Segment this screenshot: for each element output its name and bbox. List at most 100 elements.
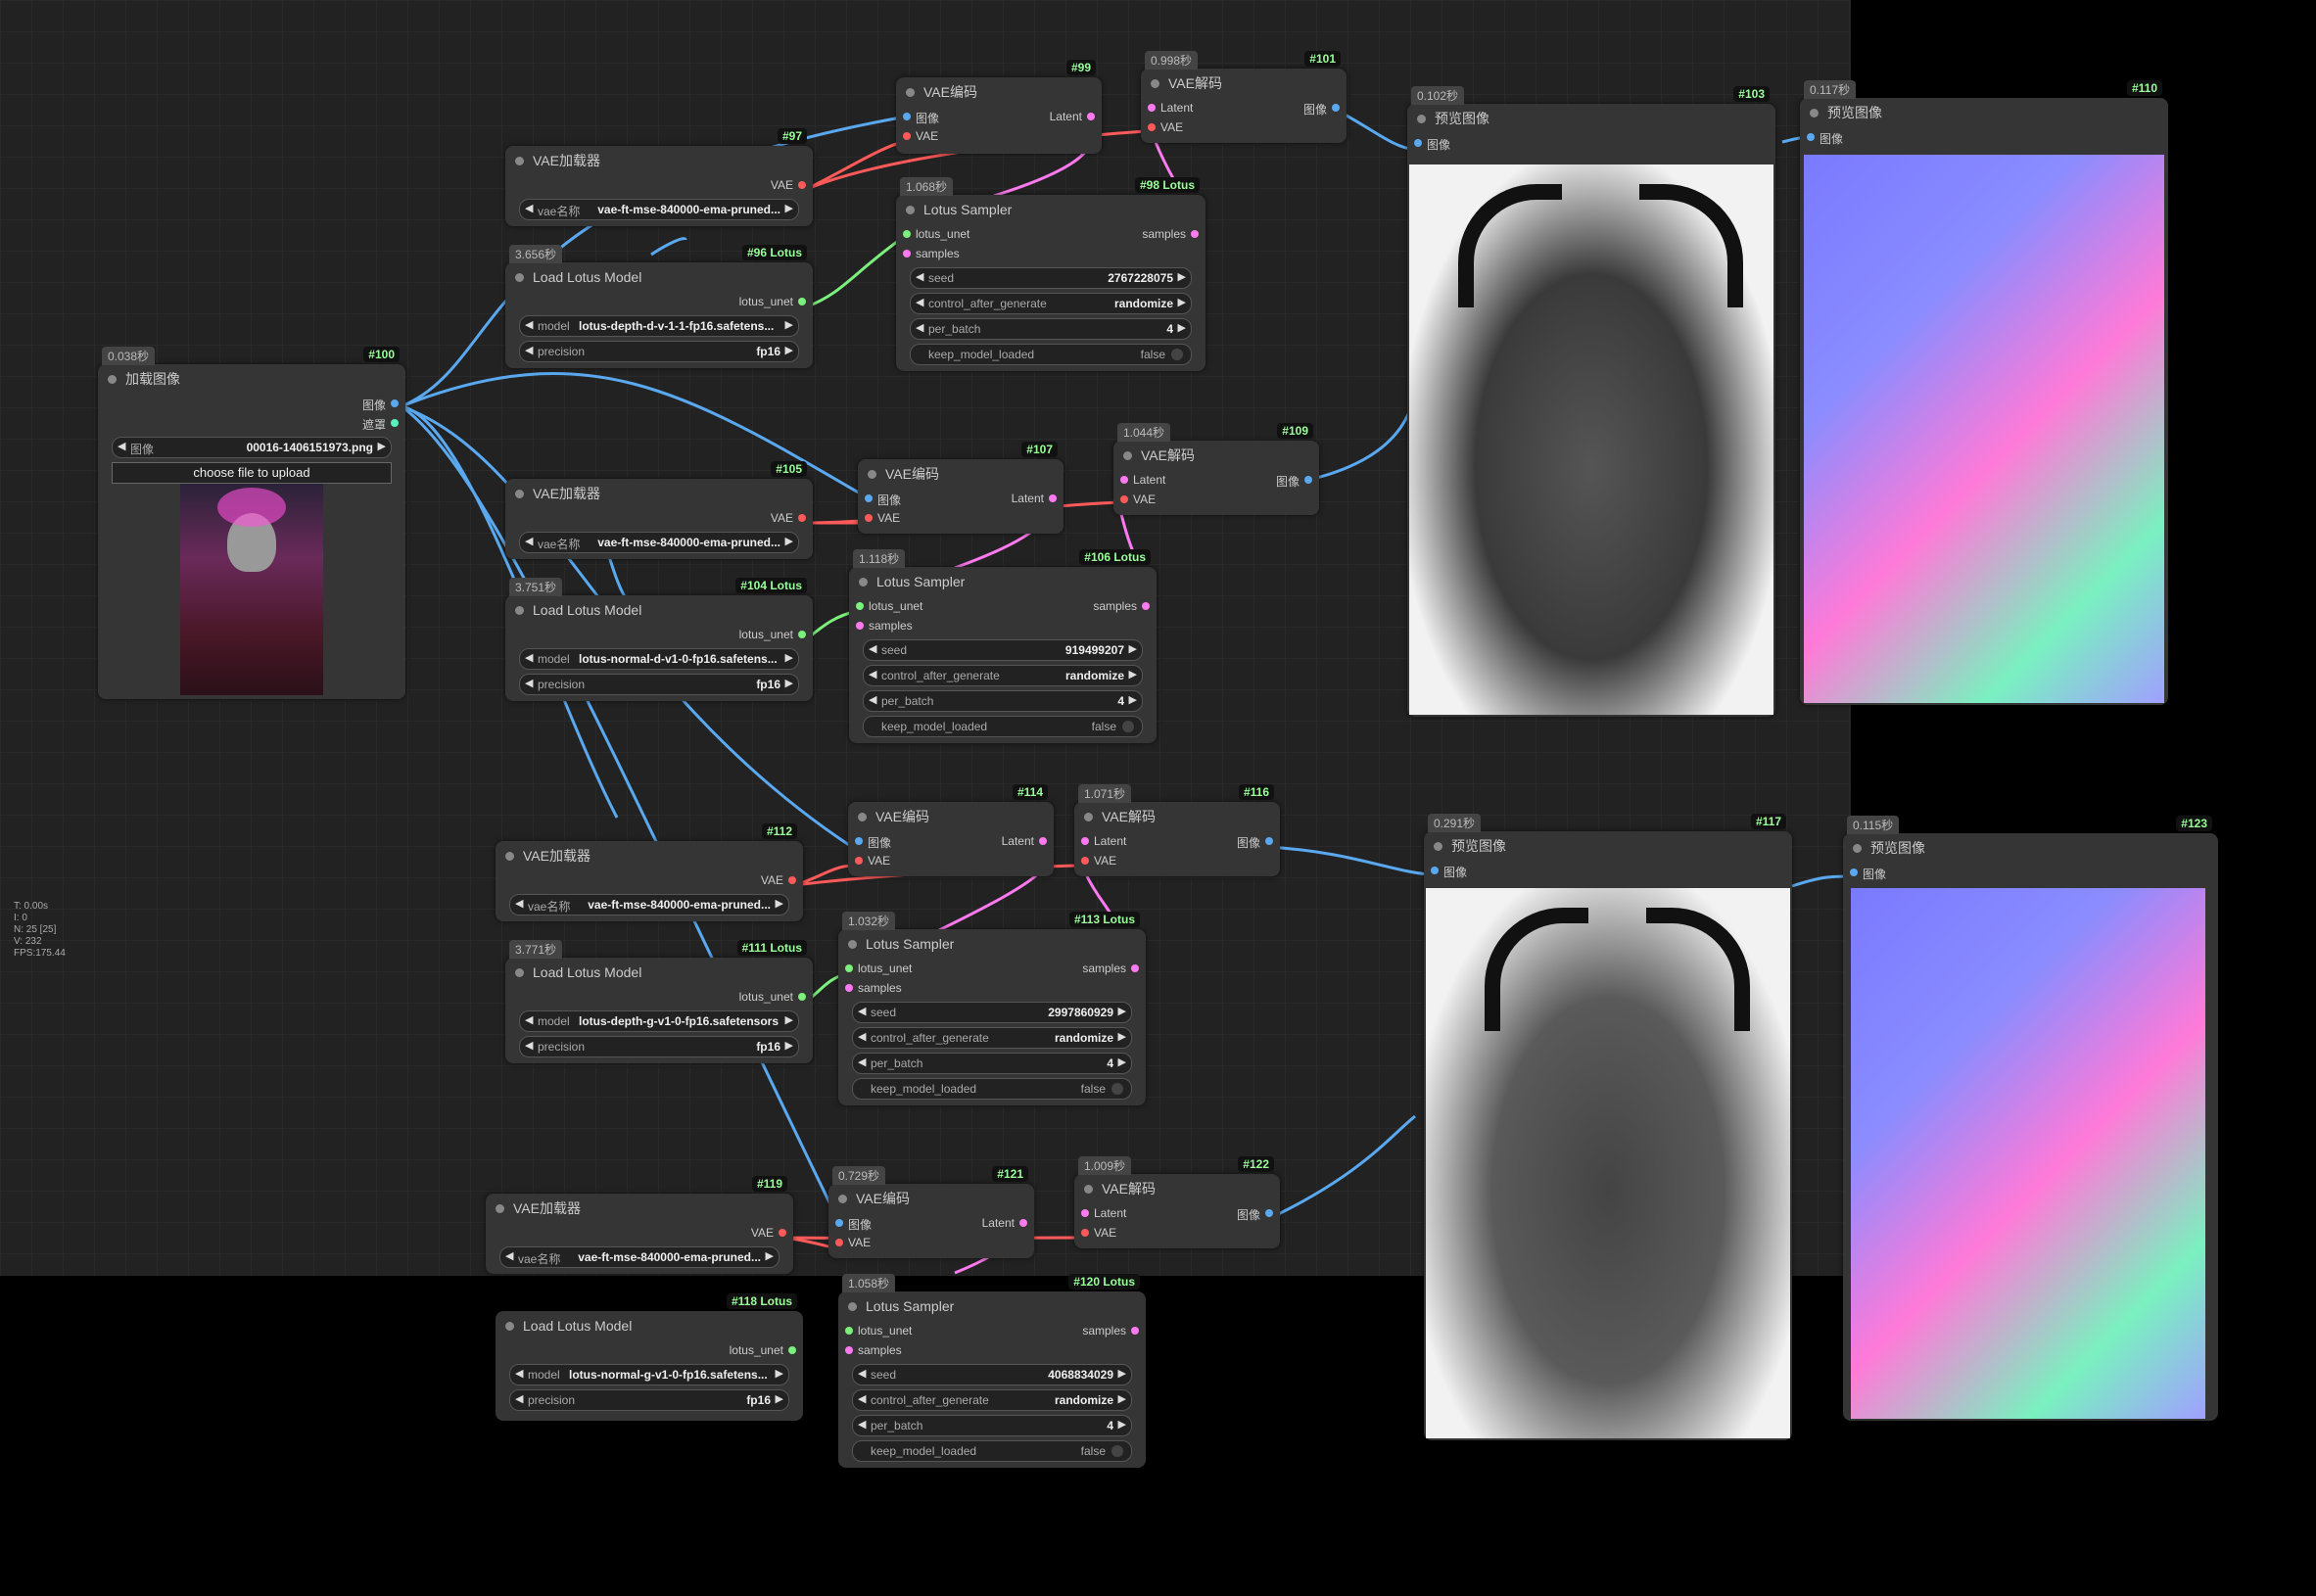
- input-slot[interactable]: [1120, 476, 1128, 484]
- input-slot[interactable]: [903, 113, 911, 120]
- arrow-right-icon[interactable]: ▶: [785, 202, 793, 214]
- node-vae-loader[interactable]: #119 VAE加载器 VAE ◀ vae名称 vae-ft-mse-840000-…: [486, 1176, 793, 1274]
- node-load-image[interactable]: 0.038秒 #100 加载图像 图像 遮罩 ◀ 图像 00016-14061519…: [98, 347, 405, 699]
- arrow-left-icon[interactable]: ◀: [858, 1056, 866, 1068]
- node-vae-encode[interactable]: 0.729秒 #121 VAE编码 图像 Latent VAE: [828, 1166, 1034, 1258]
- output-slot[interactable]: [798, 514, 806, 522]
- arrow-right-icon[interactable]: ▶: [785, 1039, 793, 1052]
- node-load-lotus-model[interactable]: 3.656秒 #96 Lotus Load Lotus Model lotus_…: [505, 245, 813, 368]
- vae-name-combo[interactable]: ◀ vae名称 vae-ft-mse-840000-ema-pruned... ▶: [509, 894, 789, 915]
- node-title[interactable]: Lotus Sampler: [896, 195, 1205, 224]
- input-slot[interactable]: [903, 250, 911, 258]
- input-slot[interactable]: [1431, 867, 1439, 874]
- arrow-left-icon[interactable]: ◀: [525, 535, 533, 547]
- arrow-left-icon[interactable]: ◀: [858, 1030, 866, 1043]
- node-preview-image[interactable]: 0.117秒 #110 预览图像 图像: [1800, 80, 2168, 705]
- vae-name-combo[interactable]: ◀ vae名称 vae-ft-mse-840000-ema-pruned... ▶: [519, 199, 799, 220]
- node-vae-decode[interactable]: 1.071秒 #116 VAE解码 Latent 图像 VAE: [1074, 784, 1280, 876]
- output-slot[interactable]: [391, 419, 399, 427]
- output-slot[interactable]: [1265, 837, 1273, 845]
- arrow-right-icon[interactable]: ▶: [1118, 1367, 1126, 1380]
- input-slot[interactable]: [845, 1327, 853, 1335]
- arrow-right-icon[interactable]: ▶: [1118, 1418, 1126, 1431]
- input-slot[interactable]: [1081, 1209, 1089, 1217]
- node-title[interactable]: Load Lotus Model: [505, 958, 813, 987]
- output-slot[interactable]: [779, 1229, 786, 1237]
- output-slot[interactable]: [1142, 602, 1150, 610]
- output-slot[interactable]: [798, 181, 806, 189]
- input-slot[interactable]: [903, 132, 911, 140]
- node-title[interactable]: VAE解码: [1074, 1174, 1280, 1203]
- toggle-indicator[interactable]: [1122, 721, 1134, 732]
- per-batch-field[interactable]: ◀ per_batch 4 ▶: [852, 1053, 1132, 1074]
- arrow-left-icon[interactable]: ◀: [869, 642, 876, 655]
- node-vae-encode[interactable]: #114 VAE编码 图像 Latent VAE: [848, 784, 1054, 876]
- output-slot[interactable]: [1332, 104, 1340, 112]
- toggle-indicator[interactable]: [1171, 349, 1183, 360]
- input-slot[interactable]: [845, 1346, 853, 1354]
- precision-combo[interactable]: ◀ precision fp16 ▶: [519, 341, 799, 362]
- toggle-indicator[interactable]: [1111, 1083, 1123, 1095]
- model-combo[interactable]: ◀ model lotus-normal-d-v1-0-fp16.safetens.…: [519, 648, 799, 670]
- seed-field[interactable]: ◀ seed 4068834029 ▶: [852, 1364, 1132, 1385]
- precision-combo[interactable]: ◀ precision fp16 ▶: [519, 1036, 799, 1057]
- node-title[interactable]: Load Lotus Model: [496, 1311, 803, 1340]
- node-lotus-sampler[interactable]: 1.058秒 #120 Lotus Lotus Sampler lotus_un…: [838, 1274, 1146, 1468]
- output-slot[interactable]: [1304, 476, 1312, 484]
- output-slot[interactable]: [798, 298, 806, 305]
- output-slot[interactable]: [1039, 837, 1047, 845]
- input-slot[interactable]: [1850, 868, 1858, 876]
- arrow-left-icon[interactable]: ◀: [515, 897, 523, 910]
- toggle-indicator[interactable]: [1111, 1445, 1123, 1457]
- input-slot[interactable]: [1081, 857, 1089, 865]
- node-lotus-sampler[interactable]: 1.118秒 #106 Lotus Lotus Sampler lotus_un…: [849, 549, 1157, 743]
- precision-combo[interactable]: ◀ precision fp16 ▶: [519, 674, 799, 695]
- output-slot[interactable]: [788, 1346, 796, 1354]
- arrow-left-icon[interactable]: ◀: [525, 202, 533, 214]
- node-lotus-sampler[interactable]: 1.068秒 #98 Lotus Lotus Sampler lotus_une…: [896, 177, 1205, 371]
- arrow-left-icon[interactable]: ◀: [916, 296, 923, 308]
- control-after-generate-combo[interactable]: ◀ control_after_generate randomize ▶: [863, 665, 1143, 686]
- arrow-left-icon[interactable]: ◀: [525, 1039, 533, 1052]
- arrow-right-icon[interactable]: ▶: [378, 440, 386, 452]
- keep-model-loaded-toggle[interactable]: keep_model_loaded false: [863, 716, 1143, 737]
- arrow-right-icon[interactable]: ▶: [785, 1013, 793, 1026]
- input-slot[interactable]: [835, 1239, 843, 1246]
- input-slot[interactable]: [1807, 133, 1815, 141]
- arrow-right-icon[interactable]: ▶: [785, 535, 793, 547]
- node-vae-encode[interactable]: #107 VAE编码 图像 Latent VAE: [858, 442, 1063, 534]
- node-title[interactable]: VAE编码: [858, 459, 1063, 489]
- node-vae-decode[interactable]: 0.998秒 #101 VAE解码 Latent 图像 VAE: [1141, 51, 1347, 143]
- keep-model-loaded-toggle[interactable]: keep_model_loaded false: [852, 1440, 1132, 1462]
- per-batch-field[interactable]: ◀ per_batch 4 ▶: [852, 1415, 1132, 1436]
- seed-field[interactable]: ◀ seed 2997860929 ▶: [852, 1002, 1132, 1023]
- arrow-left-icon[interactable]: ◀: [525, 318, 533, 331]
- input-slot[interactable]: [1148, 104, 1156, 112]
- node-title[interactable]: Lotus Sampler: [849, 567, 1157, 596]
- arrow-right-icon[interactable]: ▶: [776, 1392, 783, 1405]
- vae-name-combo[interactable]: ◀ vae名称 vae-ft-mse-840000-ema-pruned... ▶: [519, 532, 799, 553]
- model-combo[interactable]: ◀ model lotus-depth-g-v1-0-fp16.safetensor…: [519, 1010, 799, 1032]
- node-title[interactable]: Lotus Sampler: [838, 1291, 1146, 1321]
- node-title[interactable]: 预览图像: [1843, 833, 2218, 863]
- node-title[interactable]: Load Lotus Model: [505, 262, 813, 292]
- input-slot[interactable]: [845, 964, 853, 972]
- output-slot[interactable]: [788, 876, 796, 884]
- arrow-left-icon[interactable]: ◀: [515, 1367, 523, 1380]
- node-load-lotus-model[interactable]: 3.751秒 #104 Lotus Load Lotus Model lotus…: [505, 578, 813, 701]
- keep-model-loaded-toggle[interactable]: keep_model_loaded false: [852, 1078, 1132, 1100]
- arrow-left-icon[interactable]: ◀: [858, 1367, 866, 1380]
- node-title[interactable]: VAE解码: [1074, 802, 1280, 831]
- node-preview-image[interactable]: 0.291秒 #117 预览图像 图像: [1424, 814, 1792, 1440]
- node-vae-decode[interactable]: 1.044秒 #109 VAE解码 Latent 图像 VAE: [1113, 423, 1319, 515]
- arrow-left-icon[interactable]: ◀: [525, 1013, 533, 1026]
- arrow-right-icon[interactable]: ▶: [785, 318, 793, 331]
- node-vae-loader[interactable]: #97 VAE加载器 VAE ◀ vae名称 vae-ft-mse-840000-e…: [505, 128, 813, 226]
- control-after-generate-combo[interactable]: ◀ control_after_generate randomize ▶: [910, 293, 1192, 314]
- arrow-right-icon[interactable]: ▶: [776, 1367, 783, 1380]
- node-title[interactable]: VAE编码: [896, 77, 1102, 107]
- output-slot[interactable]: [1131, 1327, 1139, 1335]
- input-slot[interactable]: [855, 857, 863, 865]
- output-slot[interactable]: [798, 993, 806, 1001]
- arrow-left-icon[interactable]: ◀: [858, 1392, 866, 1405]
